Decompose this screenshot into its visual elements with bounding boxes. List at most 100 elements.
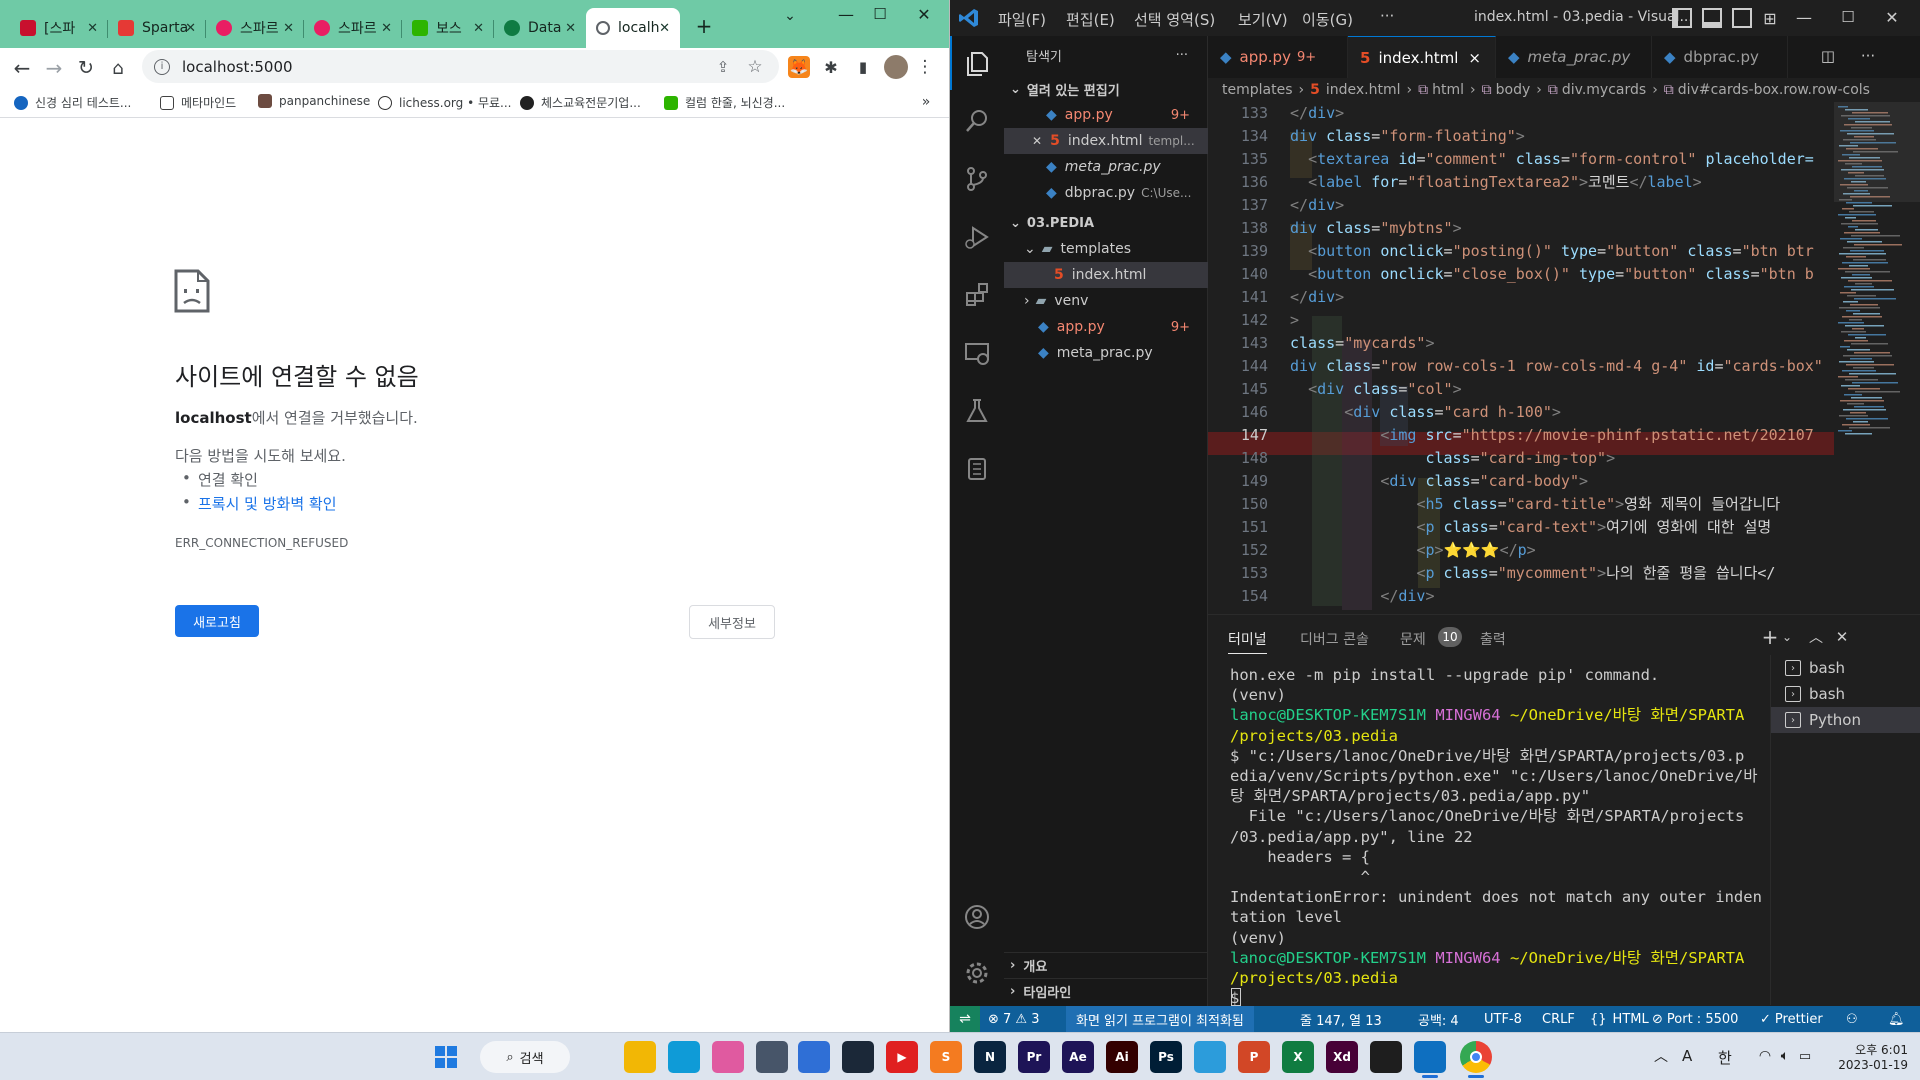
back-icon[interactable]: ← [10, 56, 34, 80]
code-line[interactable]: <button onclick="close_box()" type="butt… [1290, 263, 1814, 286]
explorer-icon[interactable] [950, 36, 1004, 90]
code-line[interactable]: > [1290, 309, 1299, 332]
bookmark-item[interactable]: 체스교육전문기업... [520, 94, 641, 111]
tab-close-icon[interactable]: ✕ [381, 21, 392, 36]
toggle-panel-icon[interactable] [1702, 8, 1722, 28]
code-line[interactable]: <button onclick="posting()" type="button… [1290, 240, 1814, 263]
show-hidden-icons-icon[interactable]: ︿ [1652, 1047, 1670, 1065]
open-editor-item-active[interactable]: ✕ 5 index.html templ... [1004, 128, 1208, 154]
source-control-icon[interactable] [950, 152, 1004, 206]
xd-icon[interactable]: Xd [1326, 1041, 1358, 1073]
menu-edit[interactable]: 편집(E) [1066, 9, 1115, 30]
after-effects-icon[interactable]: Ae [1062, 1041, 1094, 1073]
open-editors-section[interactable]: ⌄ 열려 있는 편집기 [1004, 76, 1208, 102]
code-line[interactable]: </div> [1290, 585, 1434, 608]
code-line[interactable]: </div> [1290, 102, 1344, 125]
chrome-icon[interactable] [1460, 1041, 1492, 1073]
address-bar[interactable]: i localhost:5000 ⇪ ☆ [142, 50, 779, 83]
metamask-icon[interactable]: 🦊 [788, 56, 810, 78]
code-line[interactable]: <p class="mycomment">나의 한줄 평을 씁니다</ [1290, 562, 1775, 585]
url-text[interactable]: localhost:5000 [182, 58, 293, 76]
database-icon[interactable] [950, 442, 1004, 496]
remote-indicator-icon[interactable]: ⇌ [950, 1006, 980, 1032]
code-line[interactable]: div class="form-floating"> [1290, 125, 1525, 148]
more-bookmarks-icon[interactable]: » [918, 94, 934, 110]
status-cursor-position[interactable]: 줄 147, 열 13 [1300, 1006, 1382, 1032]
bookmark-item[interactable]: lichess.org • 무료... [378, 94, 512, 111]
details-button[interactable]: 세부정보 [689, 605, 775, 639]
code-line[interactable]: div class="row row-cols-1 row-cols-md-4 … [1290, 355, 1823, 378]
close-icon[interactable]: ✕ [914, 4, 934, 24]
tab-close-icon[interactable]: ✕ [185, 21, 196, 36]
tab-localhost[interactable]: localh ✕ [586, 8, 680, 48]
code-editor[interactable]: 133 </div> 134 div class="form-floating"> 13… [1208, 102, 1920, 614]
status-prettier[interactable]: ✓ Prettier [1760, 1006, 1823, 1032]
panel-tab-output[interactable]: 출력 [1480, 629, 1506, 649]
new-terminal-icon[interactable]: + [1760, 625, 1780, 649]
status-screen-reader[interactable]: 화면 읽기 프로그램이 최적화됨 [1066, 1006, 1254, 1032]
breadcrumb-templates[interactable]: templates [1222, 82, 1293, 98]
tab-close-icon[interactable]: ✕ [565, 21, 576, 36]
split-editor-icon[interactable]: ◫ [1818, 46, 1838, 66]
tab-6[interactable]: Data ✕ [494, 8, 586, 48]
more-actions-icon[interactable]: ··· [1858, 46, 1878, 66]
editor-tab-app[interactable]: ◆ app.py 9+ [1208, 36, 1348, 78]
more-actions-icon[interactable]: ··· [1176, 48, 1188, 63]
bookmark-item[interactable]: panpanchinese [258, 94, 370, 108]
feedback-icon[interactable]: ⚇ [1846, 1006, 1858, 1032]
code-line[interactable]: <p class="card-text">여기에 영화에 대한 설명 [1290, 516, 1771, 539]
clock-time[interactable]: 오후 6:01 [1838, 1041, 1908, 1058]
terminal-output[interactable]: hon.exe -m pip install --upgrade pip' co… [1230, 665, 1770, 1008]
store-icon[interactable] [1194, 1041, 1226, 1073]
status-encoding[interactable]: UTF-8 [1484, 1006, 1522, 1032]
clock-date[interactable]: 2023-01-19 [1838, 1058, 1908, 1072]
steam-icon[interactable] [842, 1041, 874, 1073]
terminal-item-bash[interactable]: › bash [1771, 681, 1920, 707]
status-live-server[interactable]: ⊘ Port : 5500 [1652, 1006, 1738, 1032]
chevron-down-icon[interactable]: ⌄ [1780, 627, 1794, 647]
minimap[interactable] [1834, 102, 1920, 614]
panel-tab-problems[interactable]: 문제 [1400, 629, 1426, 649]
code-line[interactable]: <p>⭐⭐⭐</p> [1290, 539, 1535, 562]
tree-file-meta-prac[interactable]: ◆ meta_prac.py [1004, 340, 1208, 366]
volume-icon[interactable]: 🔈︎ [1776, 1047, 1794, 1065]
settings-gear-icon[interactable] [950, 946, 1004, 1000]
menu-kebab-icon[interactable]: ⋮ [917, 56, 934, 78]
editor-tab-index[interactable]: 5 index.html × [1348, 36, 1496, 78]
reload-icon[interactable]: ↻ [74, 56, 98, 80]
code-line[interactable]: class="card-img-top"> [1290, 447, 1615, 470]
close-panel-icon[interactable]: ✕ [1832, 627, 1852, 647]
menu-view[interactable]: 보기(V) [1238, 9, 1288, 30]
status-problems[interactable]: ⊗ 7 ⚠ 3 [988, 1006, 1040, 1032]
code-line[interactable]: <img src="https://movie-phinf.pstatic.ne… [1290, 424, 1813, 447]
accounts-icon[interactable] [950, 890, 1004, 944]
side-panel-icon[interactable]: ▮ [852, 56, 874, 78]
tab-4[interactable]: 스파르 ✕ [304, 8, 402, 48]
tab-close-icon[interactable]: × [1468, 49, 1481, 67]
windows-start-icon[interactable] [430, 1041, 462, 1073]
maximize-icon[interactable]: ☐ [870, 4, 890, 24]
powerpoint-icon[interactable]: P [1238, 1041, 1270, 1073]
tab-5[interactable]: 보스 ✕ [402, 8, 494, 48]
breadcrumb-file[interactable]: index.html [1326, 82, 1401, 98]
tab-close-icon[interactable]: ✕ [659, 21, 670, 36]
notifications-bell-icon[interactable]: 🔔︎ [1888, 1006, 1905, 1032]
input-lang-indicator[interactable]: A [1682, 1047, 1692, 1065]
breadcrumb-body[interactable]: body [1496, 82, 1531, 98]
code-line[interactable]: div class="mybtns"> [1290, 217, 1462, 240]
code-line[interactable]: </div> [1290, 286, 1344, 309]
open-editor-item[interactable]: ◆ meta_prac.py [1004, 154, 1208, 180]
code-line[interactable]: </div> [1290, 194, 1344, 217]
maximize-panel-icon[interactable]: ︿ [1806, 627, 1826, 647]
terminal-item-bash[interactable]: › bash [1771, 655, 1920, 681]
timeline-section[interactable]: › 타임라인 [1004, 978, 1208, 1004]
editor-tab-dbprac[interactable]: ◆ dbprac.py [1652, 36, 1788, 78]
file-explorer-icon[interactable] [624, 1041, 656, 1073]
n-app-icon[interactable]: N [974, 1041, 1006, 1073]
info-icon[interactable]: i [154, 58, 170, 75]
code-line[interactable]: <div class="card-body"> [1290, 470, 1588, 493]
tab-1[interactable]: [스파 ✕ [10, 8, 108, 48]
tab-2[interactable]: Sparta ✕ [108, 8, 206, 48]
tab-close-icon[interactable]: ✕ [473, 21, 484, 36]
photoshop-icon[interactable]: Ps [1150, 1041, 1182, 1073]
